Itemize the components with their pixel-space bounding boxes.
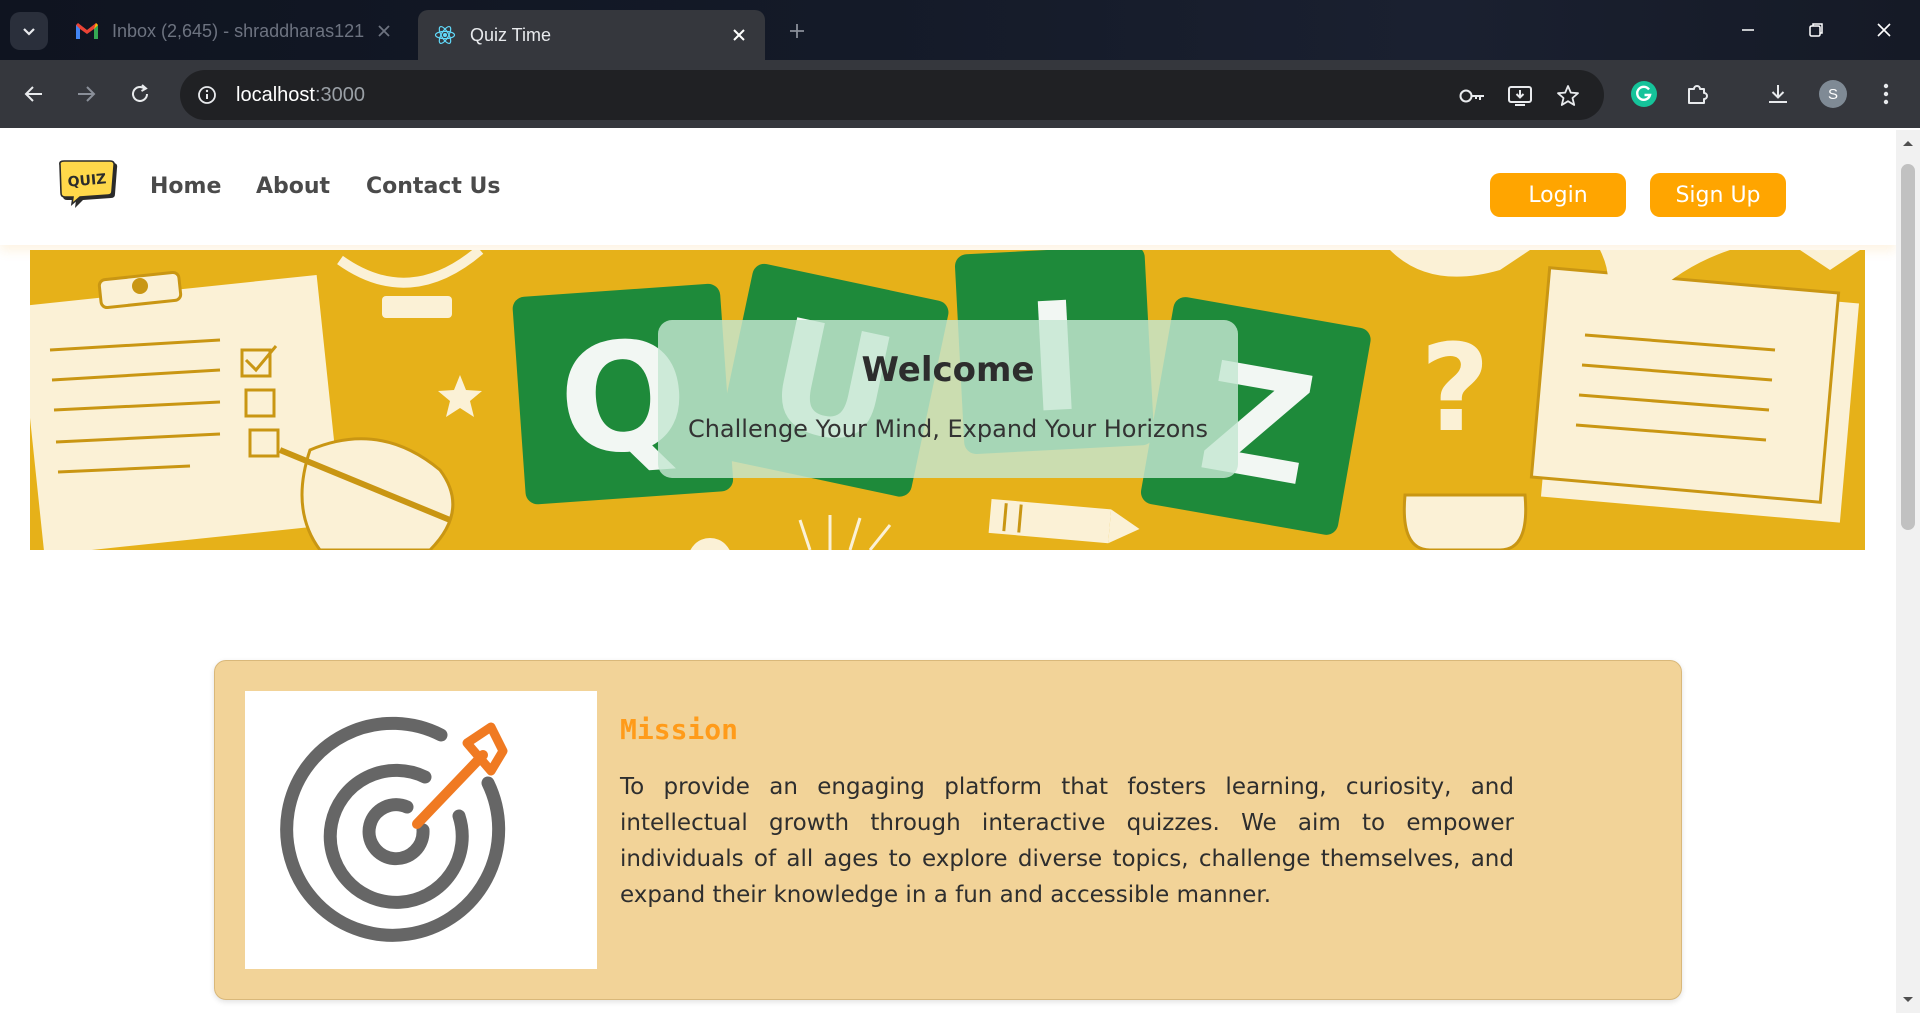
reload-button[interactable] (122, 76, 158, 112)
close-icon (1877, 23, 1891, 37)
nav-home-link[interactable]: Home (150, 174, 221, 199)
hero-banner: Q U I Z ? (30, 250, 1865, 550)
hero-subtitle: Challenge Your Mind, Expand Your Horizon… (687, 415, 1209, 443)
mission-card: Mission To provide an engaging platform … (214, 660, 1682, 1000)
plus-icon (790, 24, 804, 38)
login-button[interactable]: Login (1490, 173, 1626, 217)
scroll-down-icon[interactable] (1896, 991, 1920, 1009)
reload-icon (132, 84, 148, 102)
close-icon[interactable] (372, 19, 396, 43)
hero-title: Welcome (861, 350, 1035, 390)
password-key-icon[interactable] (1458, 82, 1486, 110)
mission-text: To provide an engaging platform that fos… (620, 774, 1514, 908)
browser-tabstrip: Inbox (2,645) - shraddharas121 Quiz Time (0, 0, 1920, 60)
install-app-icon[interactable] (1506, 82, 1534, 110)
tab-search-button[interactable] (10, 12, 48, 50)
url-port: :3000 (314, 83, 365, 106)
mission-title: Mission (620, 713, 739, 746)
scroll-up-icon[interactable] (1896, 134, 1920, 152)
download-icon[interactable] (1762, 78, 1794, 110)
scrollbar-thumb[interactable] (1901, 164, 1915, 530)
svg-text:?: ? (1420, 320, 1490, 459)
signup-button[interactable]: Sign Up (1650, 173, 1786, 217)
address-bar[interactable]: localhost:3000 (180, 70, 1604, 120)
minimize-button[interactable] (1726, 12, 1770, 48)
react-icon (432, 25, 458, 45)
page-viewport: QUIZ Home About Contact Us Login Sign Up (0, 130, 1896, 1013)
profile-avatar[interactable]: S (1817, 78, 1849, 110)
close-window-button[interactable] (1862, 12, 1906, 48)
new-tab-button[interactable] (782, 16, 812, 46)
restore-button[interactable] (1794, 12, 1838, 48)
site-info-icon[interactable] (192, 80, 222, 110)
browser-toolbar: localhost:3000 S (0, 60, 1920, 128)
gmail-icon (74, 21, 100, 41)
mission-image (245, 691, 597, 969)
tab-gmail[interactable]: Inbox (2,645) - shraddharas121 (60, 10, 410, 52)
nav-about-link[interactable]: About (256, 174, 330, 199)
page-scrollbar[interactable] (1896, 130, 1920, 1013)
forward-button[interactable] (68, 76, 104, 112)
arrow-left-icon (24, 86, 42, 102)
restore-icon (1809, 23, 1823, 37)
more-menu-icon[interactable] (1870, 78, 1902, 110)
tab-title: Quiz Time (470, 24, 552, 45)
target-arrow-icon (280, 716, 508, 942)
site-navbar: QUIZ Home About Contact Us Login Sign Up (0, 130, 1896, 245)
welcome-card: Welcome Challenge Your Mind, Expand Your… (658, 320, 1238, 478)
logo-text: QUIZ (67, 171, 107, 190)
url-text: localhost:3000 (236, 84, 365, 107)
back-button[interactable] (16, 76, 52, 112)
close-icon[interactable] (727, 23, 751, 47)
tab-title: Inbox (2,645) - shraddharas121 (112, 20, 365, 41)
extensions-puzzle-icon[interactable] (1682, 78, 1714, 110)
nav-contact-link[interactable]: Contact Us (366, 174, 500, 199)
grammarly-icon[interactable] (1628, 78, 1660, 110)
bookmark-star-icon[interactable] (1554, 82, 1582, 110)
chevron-down-icon (23, 28, 35, 36)
tab-quiz-time[interactable]: Quiz Time (418, 10, 765, 60)
minimize-icon (1742, 29, 1754, 31)
avatar-initial: S (1819, 80, 1847, 108)
arrow-right-icon (78, 86, 96, 102)
url-host: localhost (236, 83, 315, 106)
quiz-logo[interactable]: QUIZ (57, 160, 121, 212)
